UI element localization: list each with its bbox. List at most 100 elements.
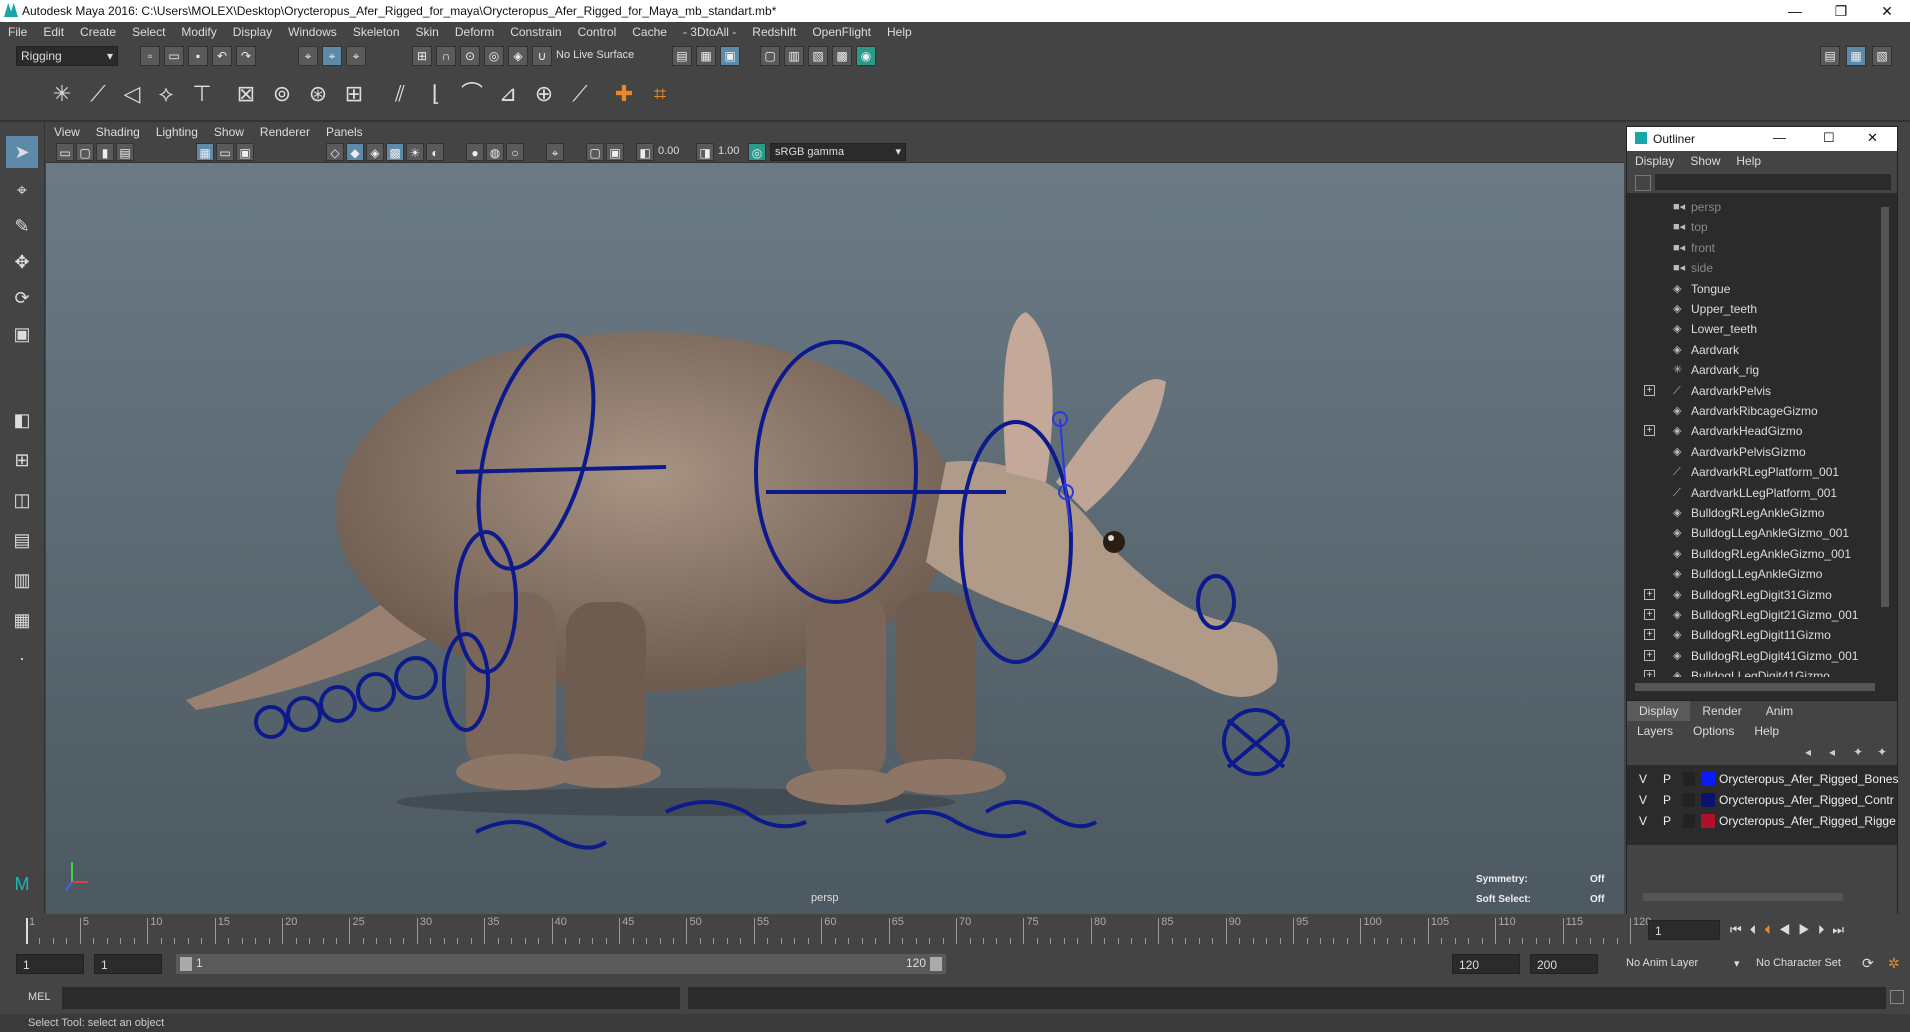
render-settings-icon[interactable]: ▣ xyxy=(720,46,740,66)
snap-view-icon[interactable]: ◎ xyxy=(484,46,504,66)
gamma-icon[interactable]: ◨ xyxy=(696,143,714,161)
viewport-menu-shading[interactable]: Shading xyxy=(88,122,148,142)
menu-select[interactable]: Select xyxy=(124,22,173,42)
menu-constrain[interactable]: Constrain xyxy=(502,22,569,42)
layer-menu-help[interactable]: Help xyxy=(1744,721,1789,741)
outliner-item[interactable]: ◈ AardvarkRibcageGizmo xyxy=(1627,401,1877,421)
modeling-toolkit-icon[interactable]: ▤ xyxy=(1820,46,1840,66)
snap-surface-icon[interactable]: ◈ xyxy=(508,46,528,66)
layer-visibility-toggle[interactable]: V xyxy=(1639,769,1647,789)
select-camera-icon[interactable]: ▭ xyxy=(56,143,74,161)
attribute-editor-toggle-icon[interactable]: ▦ xyxy=(1846,46,1866,66)
xray-joints-icon[interactable]: ▣ xyxy=(606,143,624,161)
move-layer-down-icon[interactable]: ◂ xyxy=(1829,745,1835,759)
menu-redshift[interactable]: Redshift xyxy=(744,22,804,42)
select-component-icon[interactable]: ⌖ xyxy=(346,46,366,66)
outliner-item[interactable]: + ◈ BulldogRLegDigit11Gizmo xyxy=(1627,625,1877,645)
viewport-menu-show[interactable]: Show xyxy=(206,122,252,142)
insert-joint-icon[interactable]: ⟡ xyxy=(150,78,182,110)
lasso-tool-icon[interactable]: ⌖ xyxy=(6,174,38,206)
current-time-indicator[interactable] xyxy=(26,918,28,944)
viewport-menu-view[interactable]: View xyxy=(46,122,88,142)
render-settings-window-icon[interactable]: ▩ xyxy=(832,46,852,66)
step-back-key-icon[interactable]: ⏴ xyxy=(1764,922,1779,937)
time-ruler[interactable]: 1 5 10 15 20 25 30 35 40 45 50 55 60 65 70 75 80 85 90 95 10… xyxy=(26,914,1651,946)
exposure-icon[interactable]: ◧ xyxy=(636,143,654,161)
layer-blank-toggle[interactable] xyxy=(1683,793,1695,807)
close-icon[interactable]: ✕ xyxy=(1867,130,1878,146)
menu-windows[interactable]: Windows xyxy=(280,22,345,42)
current-frame-field[interactable]: 1 xyxy=(1648,920,1720,940)
camera-attributes-icon[interactable]: ▢ xyxy=(76,143,94,161)
menu-openflight[interactable]: OpenFlight xyxy=(804,22,879,42)
step-forward-icon[interactable]: ⏵ xyxy=(1818,922,1833,937)
aim-constraint-icon[interactable]: ⊕ xyxy=(528,78,560,110)
textured-icon[interactable]: ▩ xyxy=(386,143,404,161)
grid-icon[interactable]: ▦ xyxy=(196,143,214,161)
layer-visibility-toggle[interactable]: V xyxy=(1639,811,1647,831)
hypergraph-persp-icon[interactable]: ▦ xyxy=(6,604,38,636)
lights-icon[interactable]: ☀ xyxy=(406,143,424,161)
outliner-item[interactable]: ◈ Tongue xyxy=(1627,279,1877,299)
animation-start-field[interactable]: 1 xyxy=(16,954,84,974)
joint-tool-icon[interactable]: ✳ xyxy=(46,78,78,110)
play-forward-icon[interactable]: ▶ xyxy=(1798,922,1818,937)
layer-color-swatch[interactable] xyxy=(1701,814,1715,828)
mirror-joint-icon[interactable]: ⊤ xyxy=(186,78,218,110)
anti-aliasing-icon[interactable]: ○ xyxy=(506,143,524,161)
outliner-item[interactable]: ■◂ top xyxy=(1627,217,1877,237)
outliner-item[interactable]: ⟋ AardvarkRLegPlatform_001 xyxy=(1627,462,1877,482)
menu-display[interactable]: Display xyxy=(225,22,280,42)
input-output-icon[interactable]: ▤ xyxy=(672,46,692,66)
layer-hscrollbar[interactable] xyxy=(1643,893,1843,901)
paint-weights-icon[interactable]: ⊛ xyxy=(302,78,334,110)
script-editor-icon[interactable] xyxy=(1890,990,1904,1004)
layer-tab-render[interactable]: Render xyxy=(1690,701,1753,721)
layer-row[interactable]: V P Orycteropus_Afer_Rigged_Bones xyxy=(1627,769,1898,789)
hypershade-icon[interactable]: ◉ xyxy=(856,46,876,66)
wireframe-on-shaded-icon[interactable]: ◈ xyxy=(366,143,384,161)
play-backwards-icon[interactable]: ◀ xyxy=(1779,922,1799,937)
menu-file[interactable]: File xyxy=(0,22,35,42)
expand-icon[interactable]: + xyxy=(1644,649,1655,661)
outliner-item[interactable]: ■◂ front xyxy=(1627,238,1877,258)
scale-constraint-icon[interactable]: ⊿ xyxy=(492,78,524,110)
menu-create[interactable]: Create xyxy=(72,22,124,42)
outliner-item[interactable]: + ◈ BulldogRLegDigit31Gizmo xyxy=(1627,585,1877,605)
select-object-icon[interactable]: ⌖ xyxy=(322,46,342,66)
mode-dropdown[interactable]: Rigging ▾ xyxy=(16,46,118,66)
outliner-item[interactable]: ■◂ side xyxy=(1627,258,1877,278)
color-space-dropdown[interactable]: sRGB gamma ▾ xyxy=(770,143,906,161)
command-input[interactable] xyxy=(62,987,680,1009)
go-to-start-icon[interactable]: ⏮ xyxy=(1730,922,1750,937)
live-surface-label[interactable]: No Live Surface xyxy=(556,49,634,61)
expand-icon[interactable]: + xyxy=(1644,588,1655,600)
layer-row[interactable]: V P Orycteropus_Afer_Rigged_Rigge xyxy=(1627,811,1897,831)
outliner-item[interactable]: + ◈ BulldogRLegDigit41Gizmo_001 xyxy=(1627,646,1877,666)
construction-history-icon[interactable]: ▦ xyxy=(696,46,716,66)
tool-settings-icon[interactable]: ▧ xyxy=(1872,46,1892,66)
layer-row[interactable]: V P Orycteropus_Afer_Rigged_Contr xyxy=(1627,790,1897,810)
expand-icon[interactable]: + xyxy=(1644,384,1655,396)
new-scene-icon[interactable]: ▫ xyxy=(140,46,160,66)
step-back-icon[interactable]: ⏴ xyxy=(1750,922,1765,937)
resolution-gate-icon[interactable]: ▣ xyxy=(236,143,254,161)
outliner-item[interactable]: ◈ Upper_teeth xyxy=(1627,299,1877,319)
select-hierarchy-icon[interactable]: ⌖ xyxy=(298,46,318,66)
bookmark-icon[interactable]: ▮ xyxy=(96,143,114,161)
playback-end-field[interactable]: 120 xyxy=(1452,954,1520,974)
maximize-icon[interactable]: ☐ xyxy=(1823,130,1835,146)
viewport-menu-lighting[interactable]: Lighting xyxy=(148,122,206,142)
outliner-item[interactable]: + ⟋ AardvarkPelvis xyxy=(1627,381,1877,401)
viewport-menu-panels[interactable]: Panels xyxy=(318,122,371,142)
playback-start-field[interactable]: 1 xyxy=(94,954,162,974)
layer-visibility-toggle[interactable]: V xyxy=(1639,790,1647,810)
orient-constraint-icon[interactable]: ⌒ xyxy=(456,78,488,110)
outliner-item[interactable]: ◈ Lower_teeth xyxy=(1627,319,1877,339)
restore-button[interactable]: ❐ xyxy=(1818,0,1864,22)
undo-icon[interactable]: ↶ xyxy=(212,46,232,66)
snap-grid-icon[interactable]: ⊞ xyxy=(412,46,432,66)
layer-playback-toggle[interactable]: P xyxy=(1663,769,1671,789)
rigid-bind-icon[interactable]: ⊞ xyxy=(338,78,370,110)
layer-playback-toggle[interactable]: P xyxy=(1663,811,1671,831)
